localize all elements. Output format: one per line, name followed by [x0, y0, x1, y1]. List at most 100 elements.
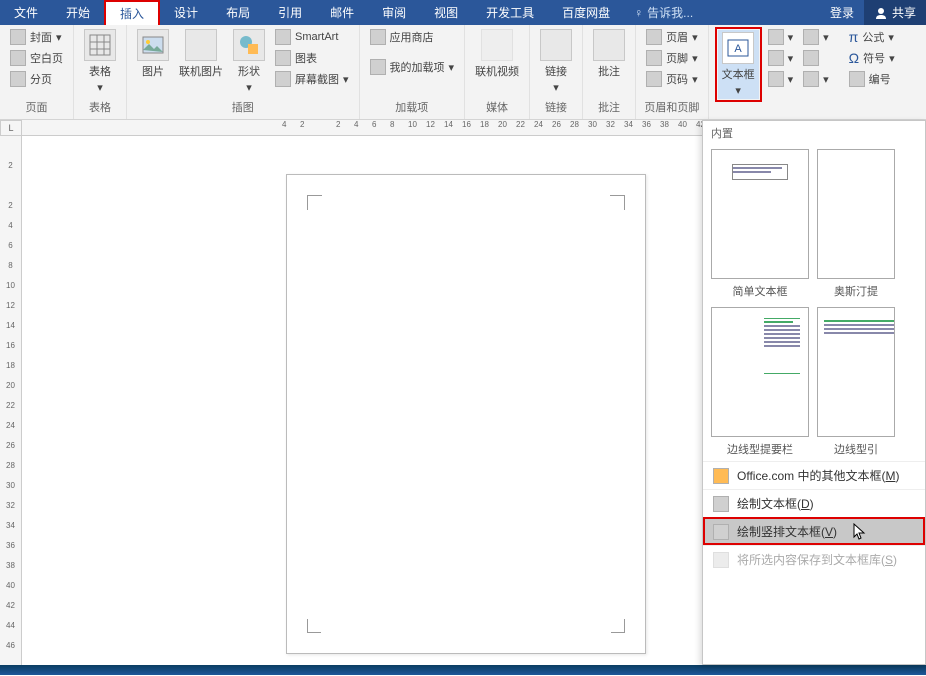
page[interactable] — [286, 174, 646, 654]
group-addins-label: 加载项 — [366, 99, 459, 117]
store-icon — [370, 29, 386, 45]
textbox-thumb-austin[interactable]: 奥斯汀提 — [817, 149, 895, 299]
page-number-button[interactable]: 页码▾ — [642, 69, 702, 89]
online-video-button: 联机视频 — [471, 27, 523, 81]
page-break-button[interactable]: 分页 — [6, 69, 67, 89]
ruler-corner[interactable]: L — [0, 120, 22, 136]
textbox-button[interactable]: A 文本框▾ — [718, 30, 759, 99]
comment-button[interactable]: 批注 — [589, 27, 629, 81]
wordart-icon — [768, 50, 784, 66]
footer-button[interactable]: 页脚▾ — [642, 48, 702, 68]
group-illustrations: 图片 联机图片 形状▾ SmartArt 图表 屏幕截图▾ 插图 — [127, 25, 360, 119]
blank-icon — [10, 50, 26, 66]
svg-text:A: A — [734, 43, 742, 55]
parts-icon — [768, 29, 784, 45]
share-label: 共享 — [892, 4, 916, 21]
omega-icon: Ω — [849, 50, 859, 66]
menu-more-textboxes[interactable]: Office.com 中的其他文本框(M) — [703, 461, 925, 489]
draw-textbox-icon — [713, 496, 729, 512]
group-comments-label: 批注 — [589, 99, 629, 117]
equation-button[interactable]: π公式▾ — [845, 27, 899, 47]
date-icon — [803, 50, 819, 66]
gallery-header: 内置 — [703, 121, 925, 145]
group-header-footer-label: 页眉和页脚 — [642, 99, 702, 117]
sig-icon — [803, 29, 819, 45]
login-button[interactable]: 登录 — [820, 0, 864, 25]
quick-parts-button[interactable]: ▾ — [764, 27, 798, 47]
textbox-thumb-quote[interactable]: 边线型引 — [817, 307, 895, 457]
shapes-button[interactable]: 形状▾ — [229, 27, 269, 96]
object-icon — [803, 71, 819, 87]
cover-icon — [10, 29, 26, 45]
tab-bar: 文件 开始 插入 设计 布局 引用 邮件 审阅 视图 开发工具 百度网盘 ♀ 告… — [0, 0, 926, 25]
table-icon — [84, 29, 116, 61]
group-symbols: π公式▾ Ω符号▾ 编号 — [839, 25, 905, 119]
my-addins-button[interactable]: 我的加载项▾ — [366, 57, 459, 77]
dropcap-icon — [768, 71, 784, 87]
links-button[interactable]: 链接▾ — [536, 27, 576, 96]
group-pages: 封面▾ 空白页 分页 页面 — [0, 25, 74, 119]
group-pages-label: 页面 — [6, 99, 67, 117]
taskbar — [0, 665, 926, 675]
tab-file[interactable]: 文件 — [0, 0, 52, 25]
group-text: A 文本框▾ ▾ ▾ ▾ ▾ ▾ — [709, 25, 839, 119]
smartart-icon — [275, 29, 291, 45]
group-links-label: 链接 — [536, 99, 576, 117]
picture-button[interactable]: 图片 — [133, 27, 173, 81]
textbox-gallery: 内置 简单文本框 奥斯汀提 边线型提要栏 边线型引 Office.com 中的其… — [702, 120, 926, 665]
textbox-thumb-sidebar[interactable]: 边线型提要栏 — [711, 307, 809, 457]
header-icon — [646, 29, 662, 45]
online-picture-button[interactable]: 联机图片 — [175, 27, 227, 81]
pi-icon: π — [849, 29, 859, 45]
group-media-label: 媒体 — [471, 99, 523, 117]
share-button[interactable]: 共享 — [864, 0, 926, 25]
header-button[interactable]: 页眉▾ — [642, 27, 702, 47]
footer-icon — [646, 50, 662, 66]
smartart-button[interactable]: SmartArt — [271, 27, 353, 47]
number-icon — [849, 71, 865, 87]
chart-button[interactable]: 图表 — [271, 48, 353, 68]
tell-me-label: 告诉我... — [647, 4, 693, 21]
menu-draw-vertical-textbox[interactable]: 绘制竖排文本框(V) — [703, 517, 925, 545]
wordart-button[interactable]: ▾ — [764, 48, 798, 68]
picture-icon — [137, 29, 169, 61]
table-button[interactable]: 表格▾ — [80, 27, 120, 96]
lightbulb-icon: ♀ — [634, 6, 643, 20]
tell-me[interactable]: ♀ 告诉我... — [624, 0, 703, 25]
tab-mailings[interactable]: 邮件 — [316, 0, 368, 25]
comment-icon — [593, 29, 625, 61]
tab-layout[interactable]: 布局 — [212, 0, 264, 25]
menu-draw-textbox[interactable]: 绘制文本框(D) — [703, 489, 925, 517]
number-button[interactable]: 编号 — [845, 69, 899, 89]
tab-design[interactable]: 设计 — [160, 0, 212, 25]
textbox-icon: A — [722, 32, 754, 64]
online-picture-icon — [185, 29, 217, 61]
ribbon: 封面▾ 空白页 分页 页面 表格▾ 表格 图片 联机图片 形状▾ SmartAr… — [0, 25, 926, 120]
tab-review[interactable]: 审阅 — [368, 0, 420, 25]
save-icon — [713, 552, 729, 568]
menu-save-selection: 将所选内容保存到文本框库(S) — [703, 545, 925, 573]
object-button[interactable]: ▾ — [799, 69, 833, 89]
screenshot-button[interactable]: 屏幕截图▾ — [271, 69, 353, 89]
sig-button[interactable]: ▾ — [799, 27, 833, 47]
tab-baidu[interactable]: 百度网盘 — [548, 0, 624, 25]
shapes-icon — [233, 29, 265, 61]
store-button[interactable]: 应用商店 — [366, 27, 459, 47]
group-header-footer: 页眉▾ 页脚▾ 页码▾ 页眉和页脚 — [636, 25, 709, 119]
textbox-highlight: A 文本框▾ — [715, 27, 762, 102]
chart-icon — [275, 50, 291, 66]
tab-view[interactable]: 视图 — [420, 0, 472, 25]
tab-home[interactable]: 开始 — [52, 0, 104, 25]
group-tables-label: 表格 — [80, 99, 120, 117]
vertical-ruler[interactable]: 2246810121416182022242628303234363840424… — [0, 136, 22, 665]
textbox-thumb-simple[interactable]: 简单文本框 — [711, 149, 809, 299]
tab-references[interactable]: 引用 — [264, 0, 316, 25]
blank-page-button[interactable]: 空白页 — [6, 48, 67, 68]
symbol-button[interactable]: Ω符号▾ — [845, 48, 899, 68]
tab-developer[interactable]: 开发工具 — [472, 0, 548, 25]
dropcap-button[interactable]: ▾ — [764, 69, 798, 89]
cover-page-button[interactable]: 封面▾ — [6, 27, 67, 47]
tab-insert[interactable]: 插入 — [104, 0, 160, 25]
share-icon — [874, 6, 888, 20]
date-button[interactable] — [799, 48, 833, 68]
